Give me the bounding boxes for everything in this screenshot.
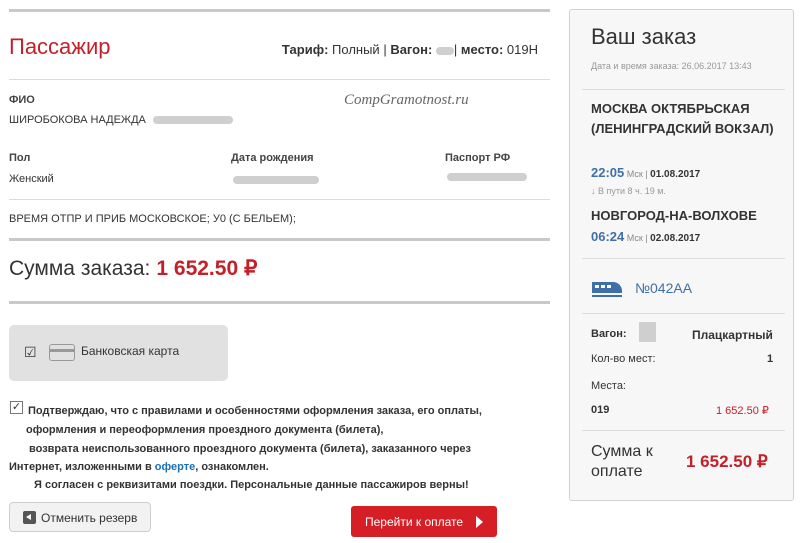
passenger-title: Пассажир	[9, 34, 111, 59]
fio-value: ШИРОБОКОВА НАДЕЖДА	[9, 114, 233, 126]
watermark: CompGramotnost.ru	[344, 92, 469, 108]
divider	[9, 301, 550, 304]
ticket-note: ВРЕМЯ ОТПР И ПРИБ МОСКОВСКОЕ; У0 (С БЕЛЬ…	[9, 213, 296, 225]
divider	[582, 258, 785, 259]
divider	[582, 89, 785, 90]
train-icon	[592, 282, 622, 297]
order-sum-label: Сумма заказа:	[9, 257, 151, 280]
order-sum-amount: 1 652.50 ₽	[156, 257, 258, 280]
agreement-text-line: оформления и переоформления проездного д…	[26, 424, 384, 436]
sex-value: Женский	[9, 173, 54, 185]
birth-label: Дата рождения	[231, 152, 314, 164]
divider	[9, 79, 550, 80]
order-date: Дата и время заказа: 26.06.2017 13:43	[591, 61, 752, 71]
hidden-wagon-number	[435, 46, 454, 55]
agreement-checkbox[interactable]: ✓	[10, 401, 23, 414]
train-number: №042АА	[635, 280, 693, 296]
seat-value: 019Н	[506, 42, 538, 57]
divider	[9, 9, 550, 12]
passport-label: Паспорт РФ	[445, 152, 511, 164]
summary-title: Ваш заказ	[591, 24, 697, 49]
seats-count-label: Кол-во мест:	[591, 353, 656, 365]
agreement-text-line: возврата неиспользованного проездного до…	[29, 443, 472, 455]
divider	[9, 199, 550, 200]
divider	[9, 238, 550, 241]
departure-timezone: Мск	[626, 169, 643, 179]
order-summary-panel: Ваш заказ Дата и время заказа: 26.06.201…	[569, 9, 794, 501]
wagon-label: Вагон:	[591, 328, 627, 340]
agreement-text-line: Интернет, изложенными в оферте, ознакомл…	[9, 461, 269, 473]
departure-time: 22:05	[591, 165, 625, 180]
arrival-time-row: 06:24 Мск | 02.08.2017	[591, 229, 701, 244]
departure-station: МОСКВА ОКТЯБРЬСКАЯ (ЛЕНИНГРАДСКИЙ ВОКЗАЛ…	[591, 101, 774, 136]
proceed-to-payment-button[interactable]: Перейти к оплате	[351, 506, 497, 537]
checkbox-icon: ☑	[24, 344, 37, 360]
wagon-type: Плацкартный	[692, 328, 773, 342]
agreement-text-line: Подтверждаю, что с правилами и особеннос…	[28, 405, 482, 417]
tariff-label: Тариф:	[281, 42, 329, 57]
order-form: Пассажир Тариф: Полный | Вагон: | место:…	[0, 0, 556, 543]
fio-label: ФИО	[9, 94, 35, 106]
arrival-date: 02.08.2017	[650, 233, 701, 244]
travel-duration: ↓ В пути 8 ч. 19 м.	[591, 186, 666, 196]
order-sum: Сумма заказа: 1 652.50 ₽	[9, 256, 257, 281]
sex-label: Пол	[9, 152, 31, 164]
wagon-label: Вагон:	[390, 42, 433, 57]
cancel-reservation-label: Отменить резерв	[41, 511, 138, 525]
cancel-reservation-button[interactable]: Отменить резерв	[9, 502, 151, 532]
offer-link[interactable]: оферте	[155, 461, 195, 473]
hidden-patronymic	[152, 116, 233, 125]
bank-card-payment-option[interactable]: ☑ Банковская карта	[9, 325, 228, 381]
pay-sum-label: Сумма к оплате	[591, 443, 653, 480]
tariff-value: Полный	[332, 42, 380, 57]
divider	[582, 430, 785, 431]
arrow-right-icon	[476, 516, 483, 528]
pay-sum-amount: 1 652.50 ₽	[686, 452, 768, 471]
place-price: 1 652.50 ₽	[716, 405, 769, 417]
back-arrow-icon	[23, 511, 36, 524]
bank-card-label: Банковская карта	[81, 344, 180, 358]
proceed-to-payment-label: Перейти к оплате	[365, 515, 464, 529]
place-number: 019	[591, 404, 610, 416]
departure-time-row: 22:05 Мск | 01.08.2017	[591, 165, 701, 180]
arrival-timezone: Мск	[626, 233, 643, 243]
agreement-text-line: Я согласен с реквизитами поездки. Персон…	[34, 479, 469, 491]
hidden-birth-date	[233, 176, 319, 184]
divider	[582, 313, 785, 314]
arrival-time: 06:24	[591, 229, 625, 244]
places-label: Места:	[591, 380, 626, 392]
seats-count: 1	[767, 353, 774, 365]
departure-date: 01.08.2017	[650, 169, 701, 180]
hidden-wagon-number	[639, 322, 656, 342]
hidden-passport-number	[447, 173, 527, 181]
ticket-info: Тариф: Полный | Вагон: | место: 019Н	[281, 42, 538, 57]
arrival-station: НОВГОРОД-НА-ВОЛХОВЕ	[591, 208, 757, 223]
seat-label: место:	[460, 42, 504, 57]
bank-card-icon	[49, 344, 75, 361]
